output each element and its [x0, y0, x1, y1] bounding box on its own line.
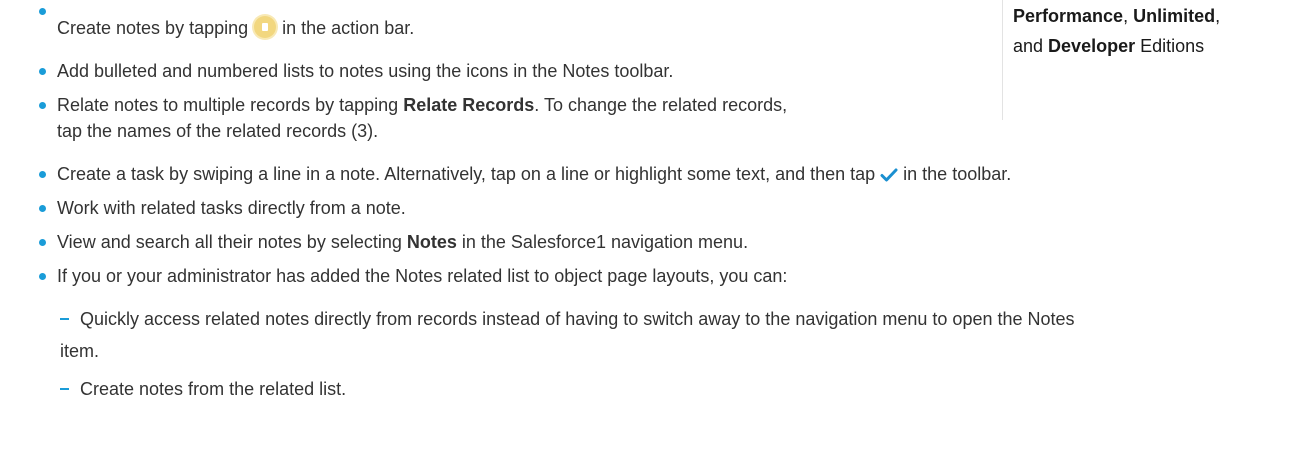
note-icon — [254, 16, 277, 38]
list-item-text: item. — [60, 341, 100, 361]
bullet-dot — [39, 68, 46, 75]
list-item-text: View and search all their notes by selec… — [57, 232, 407, 252]
bullet-dot — [39, 273, 46, 280]
list-item-text: Quickly access related notes directly fr… — [80, 309, 1075, 329]
editions-line: and Developer Editions — [1013, 34, 1220, 58]
separator: , — [1215, 6, 1221, 26]
bullet-dot — [39, 102, 46, 109]
separator: , — [1123, 6, 1134, 26]
checkmark-icon — [880, 168, 898, 182]
list-item-text: in the toolbar. — [903, 164, 1012, 184]
bullet-dot — [39, 239, 46, 246]
list-item-text: . To change the related records, — [534, 95, 788, 115]
bullet-dot — [39, 171, 46, 178]
edition-unlimited: Unlimited — [1133, 6, 1216, 26]
edition-developer: Developer — [1048, 36, 1136, 56]
list-item-text: Add bulleted and numbered lists to notes… — [57, 61, 674, 81]
editions-sidebar: Performance, Unlimited, and Developer Ed… — [1002, 0, 1220, 120]
editions-prefix: and — [1013, 36, 1049, 56]
notes-label: Notes — [406, 232, 457, 252]
relate-records-label: Relate Records — [403, 95, 535, 115]
list-item-text: in the action bar. — [282, 18, 415, 38]
list-item-text: Relate notes to multiple records by tapp… — [57, 95, 404, 115]
editions-suffix: Editions — [1135, 36, 1205, 56]
list-item-text: Create notes by tapping — [57, 18, 249, 38]
list-item-text: Create a task by swiping a line in a not… — [57, 164, 876, 184]
sub-bullet-dash — [60, 318, 69, 320]
list-item-text: in the Salesforce1 navigation menu. — [456, 232, 749, 252]
edition-performance: Performance — [1013, 6, 1124, 26]
list-item-text: Work with related tasks directly from a … — [57, 198, 406, 218]
list-item-text: tap the names of the related records (3)… — [57, 121, 379, 141]
list-item-text: If you or your administrator has added t… — [57, 266, 788, 286]
sub-bullet-dash — [60, 388, 69, 390]
editions-line: Performance, Unlimited, — [1013, 4, 1220, 28]
bullet-dot — [39, 205, 46, 212]
list-item-text: Create notes from the related list. — [80, 379, 347, 399]
bullet-dot — [39, 8, 46, 15]
